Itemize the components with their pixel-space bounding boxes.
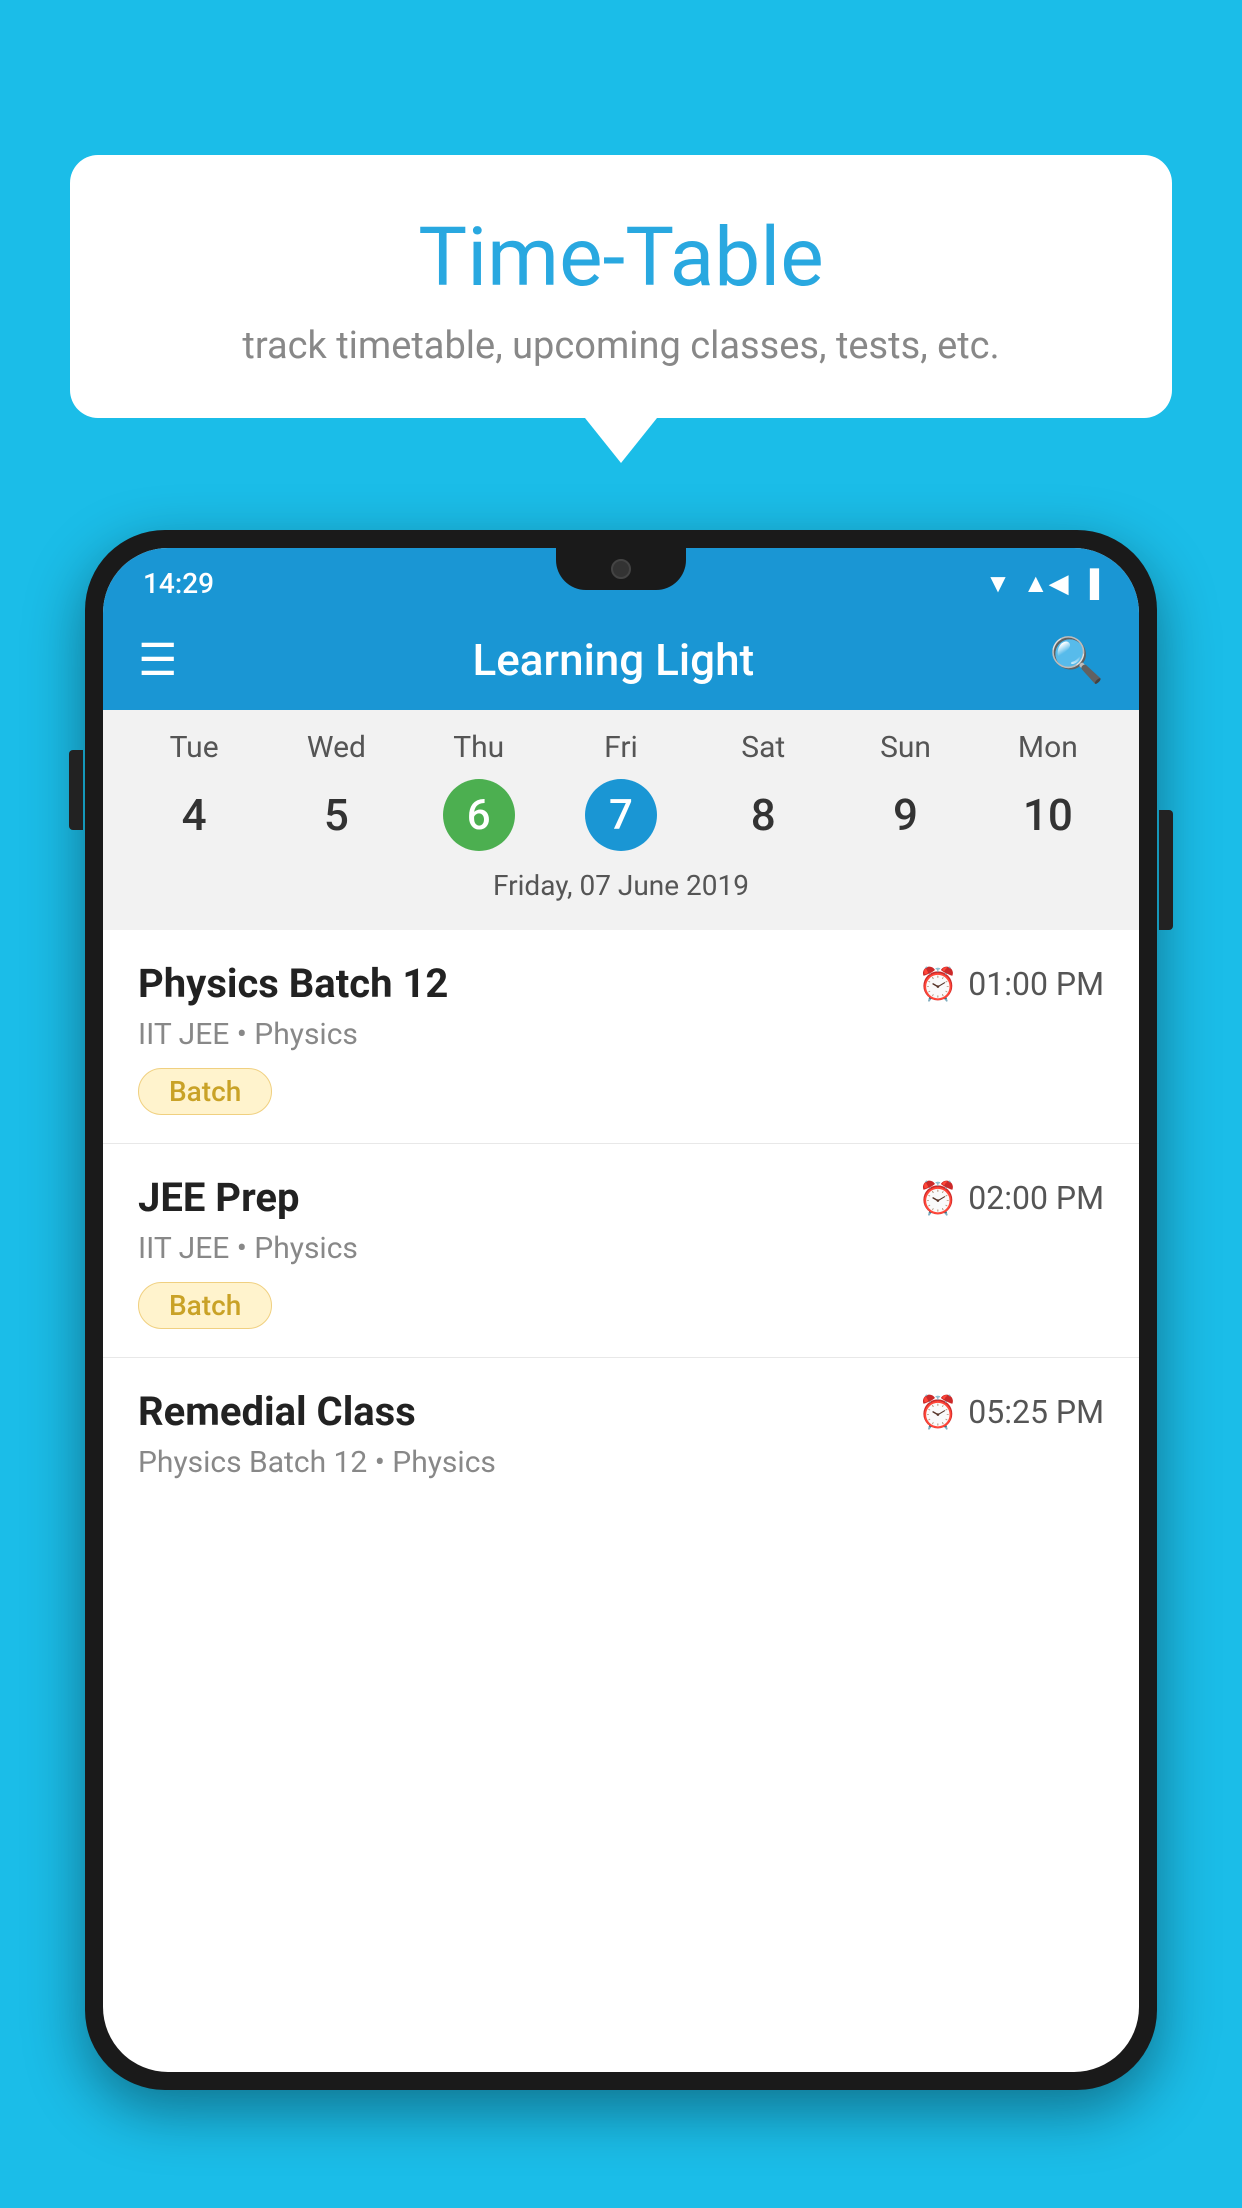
schedule-item-3-header: Remedial Class ⏰ 05:25 PM bbox=[138, 1388, 1104, 1435]
bubble-title: Time-Table bbox=[130, 210, 1112, 306]
phone-content: 14:29 ▼ ▲◀ ▐ ☰ Learning Light 🔍 bbox=[103, 548, 1139, 2072]
schedule-title-1: Physics Batch 12 bbox=[138, 960, 448, 1007]
search-icon[interactable]: 🔍 bbox=[1049, 634, 1104, 686]
day-num-6-today[interactable]: 6 bbox=[443, 779, 515, 851]
day-header-wed: Wed bbox=[265, 730, 407, 775]
speech-bubble-container: Time-Table track timetable, upcoming cla… bbox=[70, 155, 1172, 418]
schedule-item-3[interactable]: Remedial Class ⏰ 05:25 PM Physics Batch … bbox=[103, 1358, 1139, 1524]
day-wrapper-mon[interactable]: 10 bbox=[977, 775, 1119, 855]
day-header-sat: Sat bbox=[692, 730, 834, 775]
clock-icon-3: ⏰ bbox=[918, 1393, 958, 1431]
day-header-thu: Thu bbox=[408, 730, 550, 775]
day-num-4[interactable]: 4 bbox=[123, 775, 265, 855]
schedule-time-value-3: 05:25 PM bbox=[968, 1393, 1104, 1431]
status-icons: ▼ ▲◀ ▐ bbox=[985, 568, 1099, 599]
day-num-9[interactable]: 9 bbox=[834, 775, 976, 855]
battery-icon: ▐ bbox=[1081, 568, 1099, 599]
schedule-title-3: Remedial Class bbox=[138, 1388, 416, 1435]
day-wrapper-tue[interactable]: 4 bbox=[123, 775, 265, 855]
schedule-time-2: ⏰ 02:00 PM bbox=[918, 1179, 1104, 1217]
day-wrapper-wed[interactable]: 5 bbox=[265, 775, 407, 855]
status-time: 14:29 bbox=[143, 567, 214, 600]
schedule-item-1-header: Physics Batch 12 ⏰ 01:00 PM bbox=[138, 960, 1104, 1007]
day-header-tue: Tue bbox=[123, 730, 265, 775]
selected-date: Friday, 07 June 2019 bbox=[103, 855, 1139, 920]
batch-badge-1: Batch bbox=[138, 1068, 272, 1115]
phone-container: 14:29 ▼ ▲◀ ▐ ☰ Learning Light 🔍 bbox=[85, 530, 1157, 2208]
app-title: Learning Light bbox=[207, 634, 1019, 686]
signal-icon: ▲◀ bbox=[1023, 568, 1069, 599]
batch-badge-2: Batch bbox=[138, 1282, 272, 1329]
schedule-title-2: JEE Prep bbox=[138, 1174, 299, 1221]
phone-screen: 14:29 ▼ ▲◀ ▐ ☰ Learning Light 🔍 bbox=[103, 548, 1139, 2072]
day-wrapper-fri[interactable]: 7 bbox=[550, 779, 692, 851]
day-headers: Tue Wed Thu Fri Sat Sun Mon bbox=[103, 730, 1139, 775]
wifi-icon: ▼ bbox=[985, 568, 1011, 599]
schedule-item-2[interactable]: JEE Prep ⏰ 02:00 PM IIT JEE • Physics Ba… bbox=[103, 1144, 1139, 1358]
day-num-7-selected[interactable]: 7 bbox=[585, 779, 657, 851]
phone-notch bbox=[556, 548, 686, 590]
day-numbers: 4 5 6 7 8 bbox=[103, 775, 1139, 855]
day-header-sun: Sun bbox=[834, 730, 976, 775]
schedule-time-3: ⏰ 05:25 PM bbox=[918, 1393, 1104, 1431]
clock-icon-1: ⏰ bbox=[918, 965, 958, 1003]
schedule-time-1: ⏰ 01:00 PM bbox=[918, 965, 1104, 1003]
clock-icon-2: ⏰ bbox=[918, 1179, 958, 1217]
day-num-10[interactable]: 10 bbox=[977, 775, 1119, 855]
schedule-list: Physics Batch 12 ⏰ 01:00 PM IIT JEE • Ph… bbox=[103, 930, 1139, 2072]
menu-icon[interactable]: ☰ bbox=[138, 638, 177, 682]
schedule-item-1[interactable]: Physics Batch 12 ⏰ 01:00 PM IIT JEE • Ph… bbox=[103, 930, 1139, 1144]
day-wrapper-sat[interactable]: 8 bbox=[692, 775, 834, 855]
day-wrapper-sun[interactable]: 9 bbox=[834, 775, 976, 855]
schedule-item-2-header: JEE Prep ⏰ 02:00 PM bbox=[138, 1174, 1104, 1221]
schedule-meta-2: IIT JEE • Physics bbox=[138, 1231, 1104, 1266]
day-num-5[interactable]: 5 bbox=[265, 775, 407, 855]
phone-outer: 14:29 ▼ ▲◀ ▐ ☰ Learning Light 🔍 bbox=[85, 530, 1157, 2090]
day-header-mon: Mon bbox=[977, 730, 1119, 775]
day-wrapper-thu[interactable]: 6 bbox=[408, 779, 550, 851]
speech-bubble: Time-Table track timetable, upcoming cla… bbox=[70, 155, 1172, 418]
schedule-time-value-2: 02:00 PM bbox=[968, 1179, 1104, 1217]
day-header-fri: Fri bbox=[550, 730, 692, 775]
day-num-8[interactable]: 8 bbox=[692, 775, 834, 855]
calendar-strip: Tue Wed Thu Fri Sat Sun Mon 4 5 bbox=[103, 710, 1139, 930]
schedule-time-value-1: 01:00 PM bbox=[968, 965, 1104, 1003]
app-bar: ☰ Learning Light 🔍 bbox=[103, 610, 1139, 710]
bubble-subtitle: track timetable, upcoming classes, tests… bbox=[130, 324, 1112, 368]
schedule-meta-1: IIT JEE • Physics bbox=[138, 1017, 1104, 1052]
front-camera bbox=[611, 559, 631, 579]
schedule-meta-3: Physics Batch 12 • Physics bbox=[138, 1445, 1104, 1480]
